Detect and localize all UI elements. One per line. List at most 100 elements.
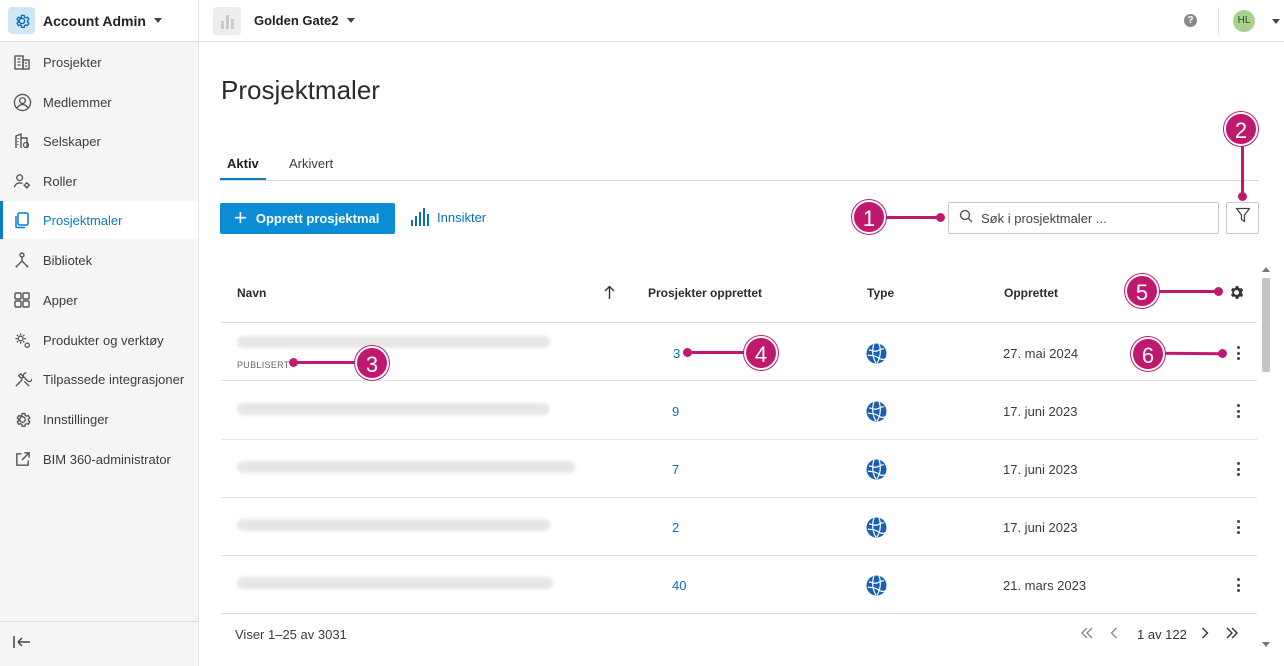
sidebar-item-innstillinger[interactable]: Innstillinger <box>0 400 198 438</box>
sidebar-item-label: Medlemmer <box>43 94 112 110</box>
top-bar: Account Admin Golden Gate2 ? HL <box>0 0 1284 42</box>
integration-tools-icon <box>12 369 32 389</box>
created-date: 27. mai 2024 <box>1003 346 1079 361</box>
first-page-icon[interactable] <box>1080 627 1094 642</box>
template-name-redacted[interactable] <box>237 461 575 473</box>
insights-label: Innsikter <box>437 209 487 225</box>
avatar[interactable]: HL <box>1233 10 1255 32</box>
sidebar-item-label: Bibliotek <box>43 252 93 268</box>
globe-icon <box>866 343 887 364</box>
template-name-redacted[interactable] <box>237 519 550 531</box>
column-header-prosjekter-opprettet[interactable]: Prosjekter opprettet <box>648 286 762 300</box>
sidebar-item-prosjekter[interactable]: Prosjekter <box>0 43 198 81</box>
projects-created-link[interactable]: 2 <box>672 520 679 535</box>
previous-page-icon[interactable] <box>1110 627 1118 642</box>
tab-aktiv[interactable]: Aktiv <box>220 150 266 180</box>
insights-link[interactable]: Innsikter <box>411 208 486 226</box>
search-icon <box>959 209 973 228</box>
template-name-redacted[interactable] <box>237 336 550 348</box>
callout-6-line <box>1163 351 1223 356</box>
sidebar-item-integrasjoner[interactable]: Tilpassede integrasjoner <box>0 360 198 398</box>
search-box <box>948 202 1219 234</box>
help-icon[interactable]: ? <box>1184 14 1197 27</box>
globe-icon <box>866 575 887 596</box>
sidebar-item-apper[interactable]: Apper <box>0 281 198 319</box>
chevron-down-icon[interactable] <box>1272 19 1280 24</box>
filter-funnel-icon <box>1235 207 1251 229</box>
account-selector[interactable]: Account Admin <box>0 0 199 42</box>
project-selector[interactable]: Golden Gate2 <box>213 6 355 35</box>
plus-icon: + <box>234 204 247 230</box>
callout-2-line <box>1241 140 1244 198</box>
column-settings-gear-icon[interactable] <box>1228 284 1245 306</box>
created-date: 21. mars 2023 <box>1003 578 1087 593</box>
sort-arrow-up-icon[interactable] <box>604 285 615 305</box>
row-actions-menu-icon[interactable] <box>1232 402 1244 420</box>
column-header-opprettet[interactable]: Opprettet <box>1004 286 1058 300</box>
template-name-redacted[interactable] <box>237 577 553 589</box>
sidebar-item-label: Selskaper <box>43 133 101 149</box>
topbar-divider <box>1218 7 1219 35</box>
table-row[interactable]: 9 17. juni 2023 <box>221 382 1257 440</box>
callout-4-dot <box>683 348 692 357</box>
sidebar-item-label: BIM 360-administrator <box>43 451 171 467</box>
create-template-button[interactable]: + Opprett prosjektmal <box>220 203 395 234</box>
building-icon <box>12 52 32 72</box>
tab-arkivert[interactable]: Arkivert <box>283 150 339 180</box>
sidebar-item-prosjektmaler[interactable]: Prosjektmaler <box>0 201 198 239</box>
collapse-sidebar-button[interactable] <box>0 621 198 666</box>
sidebar-item-bim360[interactable]: BIM 360-administrator <box>0 440 198 478</box>
last-page-icon[interactable] <box>1225 627 1239 642</box>
sidebar-item-produkter[interactable]: Produkter og verktøy <box>0 321 198 359</box>
status-badge: PUBLISERT <box>237 360 290 370</box>
sidebar-item-bibliotek[interactable]: Bibliotek <box>0 241 198 279</box>
callout-2-badge: 2 <box>1224 112 1258 146</box>
row-actions-menu-icon[interactable] <box>1232 344 1244 362</box>
scroll-up-arrow-icon[interactable] <box>1262 266 1270 272</box>
table-scrollbar[interactable] <box>1259 264 1273 654</box>
table-row[interactable]: 2 17. juni 2023 <box>221 498 1257 556</box>
callout-4-line <box>688 351 750 354</box>
page-indicator: 1 av 122 <box>1137 627 1187 642</box>
projects-created-link[interactable]: 3 <box>673 346 680 361</box>
column-header-navn[interactable]: Navn <box>237 286 266 300</box>
products-gear-icon <box>12 330 32 350</box>
page-title: Prosjektmaler <box>221 75 380 105</box>
row-actions-menu-icon[interactable] <box>1232 518 1244 536</box>
callout-6-dot <box>1218 349 1227 358</box>
table-row[interactable]: 40 21. mars 2023 <box>221 556 1257 614</box>
template-copy-icon <box>12 210 32 230</box>
callout-5-badge: 5 <box>1125 274 1159 308</box>
company-icon <box>12 131 32 151</box>
search-input[interactable] <box>981 210 1201 226</box>
account-name: Account Admin <box>43 12 146 29</box>
sidebar-item-label: Apper <box>43 292 78 308</box>
sidebar-item-roller[interactable]: Roller <box>0 162 198 200</box>
projects-created-link[interactable]: 40 <box>672 578 686 593</box>
library-nodes-icon <box>12 250 32 270</box>
callout-1-badge: 1 <box>852 200 886 234</box>
sidebar-item-label: Roller <box>43 173 77 189</box>
next-page-icon[interactable] <box>1201 627 1209 642</box>
chevron-down-icon <box>153 18 162 23</box>
results-count: Viser 1–25 av 3031 <box>235 627 347 642</box>
callout-3-line <box>294 361 362 364</box>
row-actions-menu-icon[interactable] <box>1232 460 1244 478</box>
sidebar-item-medlemmer[interactable]: Medlemmer <box>0 83 198 121</box>
filter-button[interactable] <box>1226 202 1259 234</box>
globe-icon <box>866 459 887 480</box>
templates-table: Navn Prosjekter opprettet Type Opprettet… <box>221 264 1257 614</box>
template-name-redacted[interactable] <box>237 403 550 415</box>
column-header-type[interactable]: Type <box>867 286 894 300</box>
projects-created-link[interactable]: 9 <box>672 404 679 419</box>
globe-icon <box>866 401 887 422</box>
scroll-down-arrow-icon[interactable] <box>1262 642 1270 648</box>
callout-2-dot <box>1238 192 1247 201</box>
callout-6-badge: 6 <box>1131 337 1165 371</box>
row-actions-menu-icon[interactable] <box>1232 576 1244 594</box>
table-row[interactable]: 7 17. juni 2023 <box>221 440 1257 498</box>
scroll-thumb[interactable] <box>1262 278 1270 372</box>
projects-created-link[interactable]: 7 <box>672 462 679 477</box>
sidebar-item-selskaper[interactable]: Selskaper <box>0 122 198 160</box>
chevron-down-icon <box>346 18 355 23</box>
